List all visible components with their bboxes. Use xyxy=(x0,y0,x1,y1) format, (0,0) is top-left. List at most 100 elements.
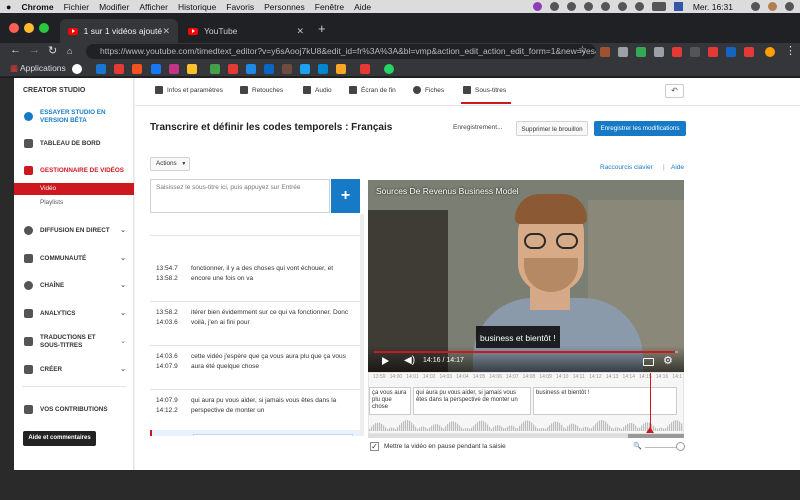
cue-text[interactable]: cette vidéo j'espère que ça vous aura pl… xyxy=(191,352,351,372)
chevron-down-icon[interactable]: ⌄ xyxy=(120,281,126,289)
extension-icon[interactable] xyxy=(654,47,664,57)
bookmark-icon[interactable] xyxy=(96,64,106,74)
cue-row[interactable]: 13:58.2 14:03.6 itérer bien évidemment sur… xyxy=(150,302,360,346)
cloud-icon[interactable] xyxy=(600,2,610,11)
cue-row[interactable]: 14:07.9 14:12.2 qui aura pu vous aider, si… xyxy=(150,390,360,434)
battery-icon[interactable] xyxy=(651,2,666,11)
cue-start-time[interactable]: 13:58.2 xyxy=(156,308,178,318)
menu-edit[interactable]: Modifier xyxy=(99,2,129,12)
sidebar-item-video-manager[interactable]: GESTIONNAIRE DE VIDÉOS xyxy=(14,163,134,177)
flag-icon[interactable] xyxy=(673,2,683,11)
help-feedback-button[interactable]: Aide et commentaires xyxy=(23,431,96,446)
playhead-handle[interactable] xyxy=(646,427,654,433)
cue-row[interactable]: 13:54.7trucs là il y a des choses qui vo… xyxy=(150,214,360,236)
close-tab-icon[interactable]: ✕ xyxy=(296,26,304,37)
bookmark-icon[interactable] xyxy=(187,64,197,74)
cue-start-time[interactable]: 14:07.9 xyxy=(156,396,178,406)
bookmark-icon[interactable] xyxy=(360,64,370,74)
bookmark-icon[interactable] xyxy=(114,64,124,74)
bookmark-icon[interactable] xyxy=(72,64,82,74)
chevron-down-icon[interactable]: ⌄ xyxy=(120,254,126,262)
extension-icon[interactable] xyxy=(636,47,646,57)
play-icon[interactable] xyxy=(382,357,389,365)
close-window-button[interactable] xyxy=(9,23,19,33)
close-tab-icon[interactable]: ✕ xyxy=(162,26,170,37)
help-link[interactable]: Aide xyxy=(671,164,684,171)
chevron-down-icon[interactable]: ⌄ xyxy=(120,365,126,373)
menu-people[interactable]: Personnes xyxy=(264,2,305,12)
timeline-scroll-thumb[interactable] xyxy=(628,434,684,438)
tab-info-settings[interactable]: Infos et paramètres xyxy=(155,86,223,94)
status-icon[interactable] xyxy=(583,2,593,11)
keyboard-shortcuts-link[interactable]: Raccourcis clavier xyxy=(600,164,653,171)
bookmark-star-icon[interactable]: ☆ xyxy=(578,45,587,56)
actions-dropdown[interactable]: Actions ▼ xyxy=(150,157,190,171)
chevron-down-icon[interactable]: ⌄ xyxy=(120,337,126,345)
status-icon[interactable] xyxy=(549,2,559,11)
cue-row-active[interactable]: 14:12.214:17.4business et bientôt ! xyxy=(150,430,360,436)
bookmark-icon[interactable] xyxy=(151,64,161,74)
cue-text[interactable]: itérer bien évidemment sur ce qui va fon… xyxy=(191,308,351,328)
timeline-block[interactable]: qui aura pu vous aider, si jamais vous ê… xyxy=(413,387,531,415)
cue-end-time[interactable]: 14:12.2 xyxy=(156,406,178,416)
cue-list-scrollbar[interactable] xyxy=(360,214,364,436)
cue-text[interactable]: business et bientôt ! xyxy=(193,434,353,436)
bookmark-icon[interactable] xyxy=(264,64,274,74)
sidebar-item-live[interactable]: DIFFUSION EN DIRECT ⌄ xyxy=(14,223,134,237)
extension-icon[interactable] xyxy=(708,47,718,57)
menu-app-name[interactable]: Chrome xyxy=(21,2,53,12)
bookmark-icon[interactable] xyxy=(246,64,256,74)
save-changes-button[interactable]: Enregistrer les modifications xyxy=(594,121,686,136)
cue-row[interactable]: 13:54.7 13:58.2 fonctionner, il y a des ch… xyxy=(150,258,360,302)
sidebar-item-analytics[interactable]: ANALYTICS ⌄ xyxy=(14,306,134,320)
chevron-down-icon[interactable]: ⌄ xyxy=(120,309,126,317)
chevron-down-icon[interactable]: ⌄ xyxy=(120,226,126,234)
volume-icon[interactable]: ◀) xyxy=(404,355,415,366)
home-icon[interactable]: ⌂ xyxy=(67,46,72,56)
cue-start-time[interactable]: 14:03.6 xyxy=(156,352,178,362)
status-icon[interactable] xyxy=(532,2,542,11)
bookmark-apps[interactable]: ▦ Applications xyxy=(10,63,66,74)
sidebar-item-create[interactable]: CRÉER ⌄ xyxy=(14,362,134,376)
bookmark-icon[interactable] xyxy=(228,64,238,74)
new-tab-button[interactable]: + xyxy=(318,21,326,36)
tab-cards[interactable]: Fiches xyxy=(413,86,444,94)
tab-enhancements[interactable]: Retouches xyxy=(240,86,283,94)
sidebar-item-dashboard[interactable]: TABLEAU DE BORD xyxy=(14,136,134,150)
bookmark-icon[interactable] xyxy=(384,64,394,74)
tab-end-screen[interactable]: Écran de fin xyxy=(349,86,396,94)
extension-icon[interactable] xyxy=(672,47,682,57)
cue-end-time[interactable]: 13:58.2 xyxy=(156,274,178,284)
browser-tab[interactable]: YouTube ✕ xyxy=(180,19,312,43)
bookmark-icon[interactable] xyxy=(300,64,310,74)
subtitle-input[interactable]: Saisissez le sous-titre ici, puis appuye… xyxy=(150,179,330,213)
bookmark-icon[interactable] xyxy=(132,64,142,74)
tab-subtitles[interactable]: Sous-titres xyxy=(463,86,506,94)
sidebar-item-community[interactable]: COMMUNAUTÉ ⌄ xyxy=(14,251,134,265)
clock[interactable]: Mer. 16:31 xyxy=(693,2,733,12)
timeline-block-current[interactable]: business et bientôt ! xyxy=(533,387,677,415)
sidebar-item-channel[interactable]: CHAÎNE ⌄ xyxy=(14,278,134,292)
menu-list-icon[interactable] xyxy=(785,2,794,11)
apple-icon[interactable]: ● xyxy=(6,2,11,12)
caption-timeline[interactable]: 13:59 14:00 14:01 14:02 14:03 14:04 14:05 14:06… xyxy=(368,372,684,434)
wifi-icon[interactable] xyxy=(634,2,644,11)
timeline-block[interactable]: ça vous aura plu que chose xyxy=(369,387,411,415)
cue-text[interactable]: fonctionner, il y a des choses qui vont … xyxy=(191,264,351,284)
bookmark-icon[interactable] xyxy=(282,64,292,74)
profile-avatar[interactable] xyxy=(765,47,775,57)
return-button[interactable]: ↶ xyxy=(665,84,684,98)
sidebar-item-contributions[interactable]: VOS CONTRIBUTIONS xyxy=(14,402,134,416)
video-progress-track[interactable] xyxy=(374,351,678,353)
browser-tab-active[interactable]: 1 sur 1 vidéos ajoutées - YouTu ✕ xyxy=(60,19,178,43)
menu-view[interactable]: Afficher xyxy=(139,2,168,12)
back-icon[interactable]: ← xyxy=(10,44,21,56)
cue-text[interactable]: qui aura pu vous aider, si jamais vous ê… xyxy=(191,396,351,416)
more-icon[interactable]: ⋮ xyxy=(785,44,796,57)
sidebar-item-playlists[interactable]: Playlists xyxy=(14,197,134,209)
timeline-scrollbar[interactable] xyxy=(368,434,684,438)
menu-help[interactable]: Aide xyxy=(354,2,371,12)
menu-window[interactable]: Fenêtre xyxy=(315,2,344,12)
sidebar-item-translations[interactable]: TRADUCTIONS ET SOUS-TITRES ⌄ xyxy=(14,332,134,352)
reload-icon[interactable]: ↻ xyxy=(48,44,57,57)
